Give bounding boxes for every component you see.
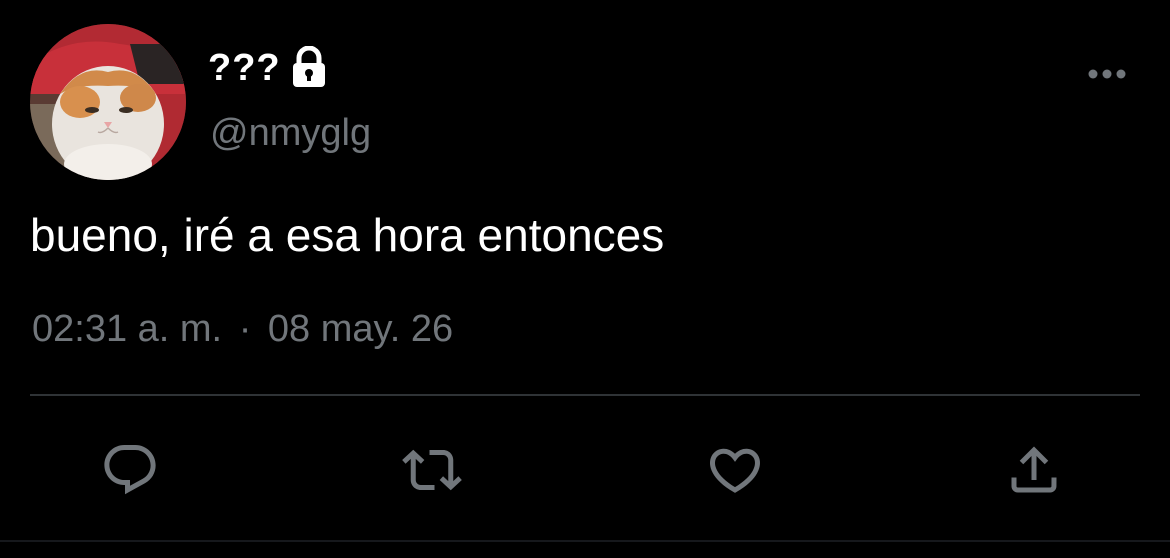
tweet-meta: 02:31 a. m. · 08 may. 26 (32, 308, 453, 351)
tweet-time[interactable]: 02:31 a. m. (32, 308, 222, 350)
display-name-row: ??? (208, 44, 329, 92)
tweet-card: ??? @nmyglg bueno, iré a esa hora entonc… (0, 0, 1170, 558)
bottom-divider (0, 540, 1170, 542)
action-bar (0, 430, 1170, 510)
meta-separator: · (238, 308, 252, 350)
avatar[interactable] (30, 24, 186, 180)
heart-icon (709, 448, 761, 493)
tweet-text: bueno, iré a esa hora entonces (30, 209, 665, 261)
display-name[interactable]: ??? (208, 47, 281, 90)
share-button[interactable] (1002, 438, 1066, 502)
tweet-date[interactable]: 08 may. 26 (268, 308, 453, 350)
divider (30, 394, 1140, 396)
retweet-icon (402, 449, 462, 491)
retweet-button[interactable] (400, 438, 464, 502)
share-icon (1011, 446, 1057, 493)
cat-avatar-image (30, 24, 186, 180)
reply-icon (104, 445, 156, 495)
more-options-icon[interactable] (1086, 62, 1128, 86)
like-button[interactable] (703, 438, 767, 502)
reply-button[interactable] (98, 438, 162, 502)
user-handle[interactable]: @nmyglg (210, 112, 371, 155)
lock-icon (289, 45, 329, 90)
